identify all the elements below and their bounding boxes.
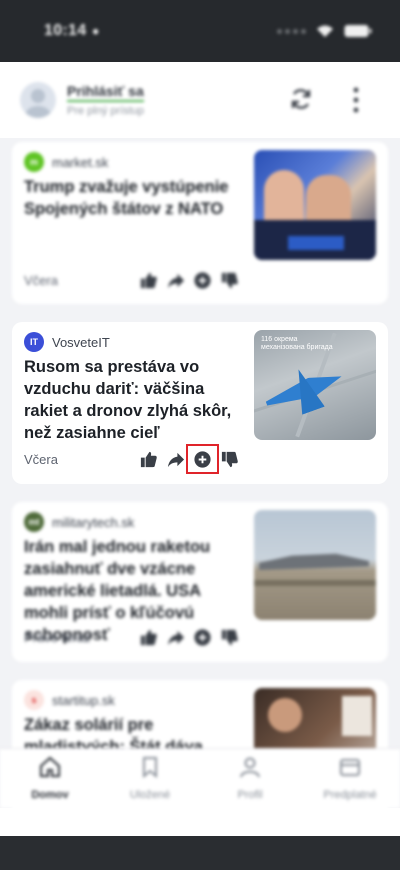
battery-icon (344, 25, 372, 37)
thumbs-down-icon[interactable] (220, 628, 239, 647)
source-logo: m (24, 152, 44, 172)
app-screen: Prihlásiť sa Pre plný prístup m market.s… (0, 62, 400, 808)
thumbs-down-icon[interactable] (220, 271, 239, 290)
share-icon[interactable] (166, 628, 185, 647)
article-time: Práve teraz (24, 630, 91, 645)
login-subtitle: Pre plný prístup (67, 105, 145, 117)
source-logo: mt (24, 512, 44, 532)
add-icon[interactable] (193, 271, 212, 290)
article-image[interactable] (254, 510, 376, 620)
home-icon (40, 756, 60, 777)
source-name: VosveteIT (52, 334, 110, 350)
tab-label: Domov (31, 789, 69, 801)
system-nav-area (0, 808, 400, 870)
signal-icon (277, 28, 306, 34)
thumbs-up-icon[interactable] (139, 450, 158, 469)
tab-label: Uložené (129, 789, 171, 801)
notification-icon: ● (92, 24, 100, 38)
system-nav-bar (0, 836, 400, 870)
header: Prihlásiť sa Pre plný prístup (0, 62, 400, 138)
share-icon[interactable] (166, 271, 185, 290)
login-link[interactable]: Prihlásiť sa (67, 83, 144, 102)
status-bar: 10:14 ● (0, 0, 400, 62)
article-title[interactable]: Trump zvažuje vystúpenie Spojených štáto… (24, 176, 246, 220)
article-card-focused[interactable]: IT VosveteIT Rusom sa prestáva vo vzduch… (12, 322, 388, 484)
tab-saved[interactable]: Uložené (100, 755, 200, 801)
image-caption: 116 окрема механізована бригада (261, 336, 333, 351)
article-image[interactable] (254, 150, 376, 260)
article-time: Včera (24, 273, 58, 288)
source-name: startitup.sk (52, 692, 115, 708)
source-logo: IT (24, 332, 44, 352)
refresh-icon[interactable] (288, 86, 314, 112)
subscription-icon (340, 759, 360, 776)
user-icon (240, 757, 260, 778)
tab-profile[interactable]: Profil (200, 755, 300, 801)
source-logo: s (24, 690, 44, 710)
thumbs-down-icon[interactable] (220, 450, 239, 469)
tab-subscription[interactable]: Predplatné (300, 755, 400, 801)
source-name: market.sk (52, 154, 109, 170)
article-image[interactable]: 116 окрема механізована бригада (254, 330, 376, 440)
source-name: militarytech.sk (52, 514, 135, 530)
news-feed: m market.sk Trump zvažuje vystúpenie Spo… (0, 138, 400, 808)
share-icon[interactable] (166, 450, 185, 469)
tab-home[interactable]: Domov (0, 755, 100, 801)
wifi-icon (317, 25, 333, 37)
avatar[interactable] (20, 82, 56, 118)
more-options-icon[interactable] (350, 86, 362, 114)
article-card[interactable]: m market.sk Trump zvažuje vystúpenie Spo… (12, 142, 388, 304)
tab-label: Predplatné (323, 789, 377, 801)
highlight-box (186, 444, 219, 474)
thumbs-up-icon[interactable] (139, 628, 158, 647)
tab-label: Profil (237, 789, 263, 801)
article-time: Včera (24, 452, 58, 467)
bookmark-icon (143, 757, 157, 779)
thumbs-up-icon[interactable] (139, 271, 158, 290)
article-title[interactable]: Rusom sa prestáva vo vzduchu dariť: väčš… (24, 356, 246, 444)
tab-bar: Domov Uložené Profil Predplatné (0, 748, 400, 808)
add-icon[interactable] (193, 628, 212, 647)
article-card[interactable]: mt militarytech.sk Irán mal jednou raket… (12, 502, 388, 662)
status-time: 10:14 (44, 22, 87, 39)
